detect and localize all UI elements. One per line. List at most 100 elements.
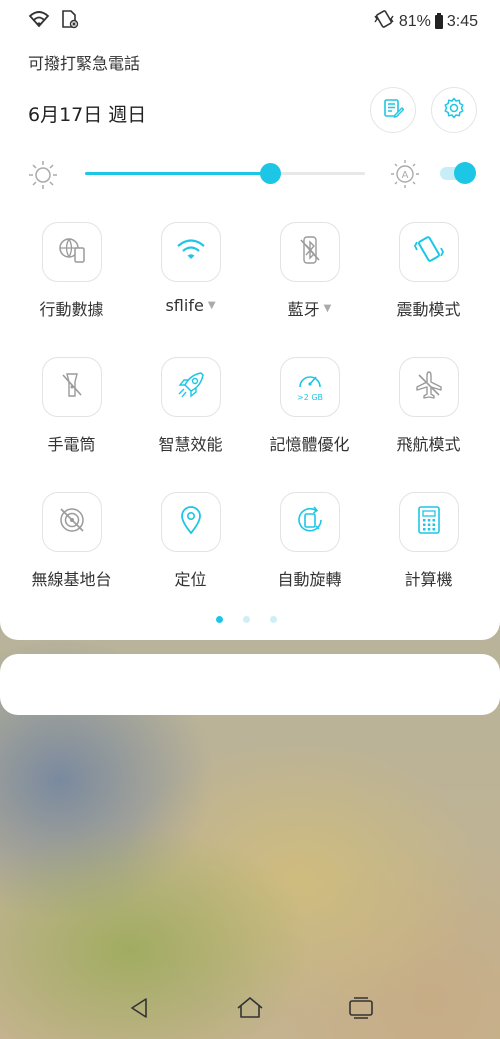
chevron-down-icon[interactable]: ▼ xyxy=(324,303,332,314)
back-button[interactable] xyxy=(122,993,156,1027)
tile-label: 震動模式 xyxy=(396,296,460,320)
memory-gauge-icon: >2 GB xyxy=(292,368,328,406)
quick-tile[interactable]: 智慧效能 xyxy=(131,357,250,492)
quick-tile[interactable]: sflife ▼ xyxy=(131,222,250,357)
home-icon xyxy=(235,995,265,1025)
quick-settings-panel: 81% 3:45 可撥打緊急電話 6月17日 週日 A 行動數據 sflife ▼ 藍… xyxy=(0,0,500,640)
tile-label-text: 自動旋轉 xyxy=(277,570,342,589)
tile-label-text: 震動模式 xyxy=(396,300,461,319)
quick-tile[interactable]: >2 GB 記憶體優化 xyxy=(250,357,369,492)
tile-label: sflife ▼ xyxy=(165,296,215,315)
brightness-slider-fill xyxy=(85,172,270,175)
tile-label: 行動數據 xyxy=(39,296,103,320)
tile-label: 藍牙 ▼ xyxy=(288,296,332,320)
quick-tile[interactable]: 無線基地台 xyxy=(12,492,131,627)
wifi-icon xyxy=(175,236,207,268)
back-icon xyxy=(127,996,151,1024)
auto-rotate-icon xyxy=(294,504,326,540)
quick-tile[interactable]: 手電筒 xyxy=(12,357,131,492)
notification-card[interactable] xyxy=(0,654,500,715)
calculator-icon xyxy=(415,504,443,540)
tile-label-text: 智慧效能 xyxy=(158,435,223,454)
tile-button[interactable] xyxy=(279,222,340,282)
status-bar: 81% 3:45 xyxy=(0,0,500,40)
tile-label-text: 定位 xyxy=(174,570,207,589)
quick-tile[interactable]: 飛航模式 xyxy=(369,357,488,492)
navigation-bar xyxy=(0,985,500,1035)
tile-button[interactable] xyxy=(41,492,102,552)
tile-label: 定位 xyxy=(174,566,206,590)
emergency-call-text[interactable]: 可撥打緊急電話 xyxy=(28,50,140,74)
airplane-off-icon xyxy=(413,369,445,405)
chevron-down-icon[interactable]: ▼ xyxy=(208,300,216,311)
sun-icon xyxy=(28,160,58,190)
tile-label-text: 無線基地台 xyxy=(31,570,112,589)
svg-text:>2 GB: >2 GB xyxy=(296,393,322,402)
vibrate-mode-icon xyxy=(412,233,446,271)
quick-tile[interactable]: 計算機 xyxy=(369,492,488,627)
rocket-icon xyxy=(175,369,207,405)
tile-label-text: 藍牙 xyxy=(287,300,320,319)
tile-label: 手電筒 xyxy=(47,431,95,455)
wifi-icon xyxy=(28,10,50,32)
home-button[interactable] xyxy=(233,993,267,1027)
sim-card-icon xyxy=(60,9,80,33)
quick-tile[interactable]: 行動數據 xyxy=(12,222,131,357)
tile-label-text: 手電筒 xyxy=(47,435,96,454)
brightness-slider[interactable] xyxy=(85,163,365,184)
gear-icon xyxy=(442,96,466,124)
flashlight-off-icon xyxy=(57,369,87,405)
tile-label-text: 記憶體優化 xyxy=(269,435,350,454)
location-pin-icon xyxy=(177,504,205,540)
brightness-slider-thumb[interactable] xyxy=(259,163,281,184)
page-dot[interactable] xyxy=(216,616,223,623)
clock: 3:45 xyxy=(446,12,478,30)
tile-label: 飛航模式 xyxy=(396,431,460,455)
hotspot-off-icon xyxy=(56,504,88,540)
tile-button[interactable] xyxy=(160,222,221,282)
svg-text:A: A xyxy=(402,170,409,181)
tile-button[interactable] xyxy=(398,492,459,552)
bluetooth-off-icon xyxy=(295,234,325,270)
page-dot[interactable] xyxy=(243,616,250,623)
tile-button[interactable]: >2 GB xyxy=(279,357,340,417)
edit-icon xyxy=(382,97,405,123)
battery-icon xyxy=(434,12,443,29)
tile-button[interactable] xyxy=(41,357,102,417)
tile-button[interactable] xyxy=(398,222,459,282)
tile-label: 智慧效能 xyxy=(158,431,222,455)
status-right: 81% 3:45 xyxy=(373,10,478,33)
toggle-knob xyxy=(454,162,476,184)
quick-tile[interactable]: 震動模式 xyxy=(369,222,488,357)
status-left xyxy=(28,9,80,33)
tile-label: 計算機 xyxy=(404,566,452,590)
recent-apps-button[interactable] xyxy=(344,993,378,1027)
tile-button[interactable] xyxy=(160,357,221,417)
tile-label-text: 飛航模式 xyxy=(396,435,461,454)
date-label: 6月17日 週日 xyxy=(28,104,147,126)
tile-label: 記憶體優化 xyxy=(269,431,349,455)
tile-label: 無線基地台 xyxy=(31,566,111,590)
mobile-data-icon xyxy=(56,234,88,270)
tile-label: 自動旋轉 xyxy=(277,566,341,590)
auto-brightness-icon: A xyxy=(389,158,421,190)
tile-button[interactable] xyxy=(41,222,102,282)
page-indicator xyxy=(216,616,277,623)
quick-tile[interactable]: 藍牙 ▼ xyxy=(250,222,369,357)
vibrate-icon xyxy=(373,10,395,33)
tile-label-text: 行動數據 xyxy=(39,300,104,319)
tile-button[interactable] xyxy=(279,492,340,552)
tile-label-text: 計算機 xyxy=(404,570,453,589)
recent-apps-icon xyxy=(347,996,375,1024)
tile-label-text: sflife xyxy=(165,296,204,315)
auto-brightness-toggle[interactable] xyxy=(440,162,478,184)
quick-tiles-grid: 行動數據 sflife ▼ 藍牙 ▼ 震動模式手電筒 智慧效能 >2 GB 記憶體優化 飛航模式無… xyxy=(12,222,488,627)
settings-button[interactable] xyxy=(431,87,477,133)
quick-tile[interactable]: 定位 xyxy=(131,492,250,627)
page-dot[interactable] xyxy=(270,616,277,623)
tile-button[interactable] xyxy=(160,492,221,552)
battery-percent: 81% xyxy=(398,12,431,30)
quick-tile[interactable]: 自動旋轉 xyxy=(250,492,369,627)
edit-button[interactable] xyxy=(370,87,416,133)
tile-button[interactable] xyxy=(398,357,459,417)
